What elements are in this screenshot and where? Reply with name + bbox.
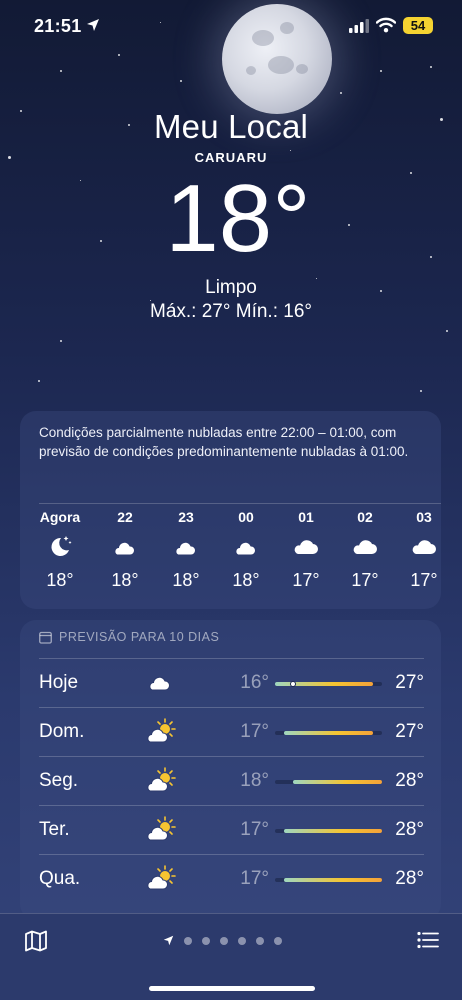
location-arrow-icon bbox=[163, 935, 174, 946]
high-low-temperature: Máx.: 27° Mín.: 16° bbox=[150, 301, 312, 322]
temperature-range-fill bbox=[283, 829, 382, 833]
high-temperature: 28° bbox=[395, 868, 424, 889]
hour-label: 00 bbox=[238, 509, 254, 525]
temperature-range-bar bbox=[275, 829, 382, 833]
moon-image bbox=[222, 4, 332, 114]
hour-label: Agora bbox=[39, 509, 81, 525]
high-temperature: 27° bbox=[395, 721, 424, 742]
hour-temperature: 18° bbox=[232, 570, 260, 590]
hour-temperature: 18° bbox=[46, 570, 74, 590]
cloud-moon-icon bbox=[95, 527, 155, 565]
current-condition: Limpo bbox=[205, 277, 257, 298]
page-dot bbox=[202, 936, 210, 945]
hour-item: 02 17° bbox=[335, 507, 395, 591]
cloud-icon bbox=[276, 527, 336, 565]
hour-temperature: 17° bbox=[410, 570, 438, 590]
temperature-range-fill bbox=[292, 780, 382, 784]
cloud-sun-icon bbox=[145, 865, 177, 893]
low-temperature: 17° bbox=[240, 868, 269, 889]
cloud-sun-icon bbox=[145, 767, 177, 795]
page-indicator[interactable] bbox=[163, 935, 282, 946]
temperature-range-fill bbox=[283, 878, 382, 882]
hour-label: 22 bbox=[117, 509, 133, 525]
hour-item: 03 17° bbox=[394, 507, 454, 591]
ten-day-forecast-card[interactable]: PREVISÃO PARA 10 DIAS Hoje 16° 27° Dom. bbox=[20, 620, 441, 920]
day-row[interactable]: Seg. 18° 28° bbox=[39, 756, 424, 805]
low-temperature: 17° bbox=[240, 721, 269, 742]
high-temperature: 28° bbox=[395, 819, 424, 840]
low-temperature: 18° bbox=[240, 770, 269, 791]
hour-item: 01 17° bbox=[276, 507, 336, 591]
page-dot bbox=[238, 936, 246, 945]
page-dot bbox=[274, 936, 282, 945]
high-temperature: 27° bbox=[395, 672, 424, 693]
map-icon[interactable] bbox=[24, 930, 48, 957]
cloud-sun-icon bbox=[145, 718, 177, 746]
page-dot bbox=[256, 936, 264, 945]
high-temperature: 28° bbox=[395, 770, 424, 791]
low-temperature: 17° bbox=[240, 819, 269, 840]
temperature-range-fill bbox=[283, 731, 374, 735]
ten-day-title-label: PREVISÃO PARA 10 DIAS bbox=[59, 630, 220, 644]
hour-temperature: 18° bbox=[111, 570, 139, 590]
day-label: Qua. bbox=[39, 868, 81, 889]
battery-icon: 54 bbox=[403, 17, 433, 34]
divider bbox=[39, 503, 441, 504]
cellular-signal-icon bbox=[349, 19, 369, 38]
cloud-moon-icon bbox=[156, 527, 216, 565]
hour-item: 00 18° bbox=[216, 507, 276, 591]
cloud-moon-icon bbox=[145, 669, 177, 697]
day-label: Dom. bbox=[39, 721, 85, 742]
hour-label: 02 bbox=[357, 509, 373, 525]
hour-item: 22 18° bbox=[95, 507, 155, 591]
current-temperature-marker bbox=[289, 681, 296, 687]
temperature-range-bar bbox=[275, 878, 382, 882]
forecast-summary: Condições parcialmente nubladas entre 22… bbox=[39, 425, 409, 459]
hour-item: Agora 18° bbox=[30, 507, 90, 591]
hour-temperature: 18° bbox=[172, 570, 200, 590]
list-icon[interactable] bbox=[417, 931, 439, 954]
cloud-icon bbox=[394, 527, 454, 565]
calendar-icon bbox=[39, 631, 52, 644]
page-dot bbox=[220, 936, 228, 945]
status-time: 21:51 bbox=[34, 16, 82, 36]
page-dot bbox=[184, 936, 192, 945]
temperature-range-bar bbox=[275, 681, 382, 687]
hour-label: 23 bbox=[178, 509, 194, 525]
day-row[interactable]: Ter. 17° 28° bbox=[39, 805, 424, 854]
hour-item: 23 18° bbox=[156, 507, 216, 591]
hourly-list[interactable]: Agora 18° 22 18° 23 18° 00 18° 01 17° 02… bbox=[20, 507, 441, 607]
day-label: Seg. bbox=[39, 770, 79, 791]
wifi-icon bbox=[375, 17, 397, 38]
location-header: Meu Local CARUARU 18° Limpo Máx.: 27° Mí… bbox=[0, 108, 462, 323]
hour-temperature: 17° bbox=[351, 570, 379, 590]
hour-label: 01 bbox=[298, 509, 314, 525]
location-title: Meu Local bbox=[153, 108, 309, 145]
location-arrow-icon bbox=[86, 18, 100, 37]
temperature-range-bar bbox=[275, 780, 382, 784]
bottom-toolbar bbox=[0, 913, 462, 1000]
home-indicator[interactable] bbox=[149, 986, 315, 991]
cloud-moon-icon bbox=[216, 527, 276, 565]
ten-day-title: PREVISÃO PARA 10 DIAS bbox=[39, 630, 219, 644]
low-temperature: 16° bbox=[240, 672, 269, 693]
day-row[interactable]: Dom. 17° 27° bbox=[39, 707, 424, 756]
hour-temperature: 17° bbox=[292, 570, 320, 590]
cloud-icon bbox=[335, 527, 395, 565]
day-row[interactable]: Hoje 16° 27° bbox=[39, 658, 424, 707]
day-row[interactable]: Qua. 17° 28° bbox=[39, 854, 424, 903]
current-temperature: 18° bbox=[165, 165, 311, 272]
city-name: CARUARU bbox=[194, 150, 268, 165]
cloud-sun-icon bbox=[145, 816, 177, 844]
hourly-forecast-card[interactable]: Condições parcialmente nubladas entre 22… bbox=[20, 411, 441, 609]
moon-stars-icon bbox=[30, 527, 90, 565]
day-label: Hoje bbox=[39, 672, 79, 693]
hour-label: 03 bbox=[416, 509, 432, 525]
day-label: Ter. bbox=[39, 819, 70, 840]
temperature-range-bar bbox=[275, 731, 382, 735]
